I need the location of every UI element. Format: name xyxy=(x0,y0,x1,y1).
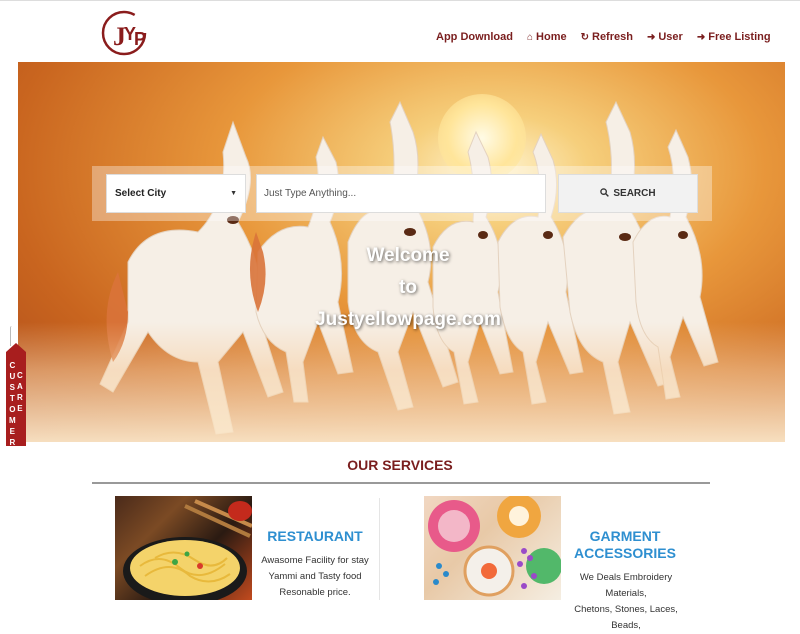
site-header: J Y P App Download ⌂ Home ↻ Refresh ➜ Us… xyxy=(0,0,800,62)
welcome-line: Welcome xyxy=(366,245,450,266)
tag-letter: R xyxy=(9,438,16,447)
svg-text:P: P xyxy=(134,29,146,49)
hero-banner: Select City ▼ SEARCH Welcome to Justyell… xyxy=(18,62,785,442)
services-divider xyxy=(92,482,710,484)
nav-home[interactable]: ⌂ Home xyxy=(527,31,567,43)
garment-accessories-title[interactable]: GARMENT ACCESSORIES xyxy=(565,528,685,562)
main-nav: App Download ⌂ Home ↻ Refresh ➜ User ➜ F… xyxy=(436,31,771,43)
care-word: CARE xyxy=(17,370,23,414)
title-line: ACCESSORIES xyxy=(574,545,676,561)
desc-line: Chetons, Stones, Laces, Beads, xyxy=(574,604,678,631)
search-icon xyxy=(600,187,610,200)
restaurant-title[interactable]: RESTAURANT xyxy=(260,528,370,545)
nav-free-listing[interactable]: ➜ Free Listing xyxy=(697,31,771,43)
nav-label: Free Listing xyxy=(708,31,771,43)
garment-accessories-image[interactable] xyxy=(424,496,561,600)
tag-letter: A xyxy=(17,382,23,391)
customer-care-word: CUSTOMER xyxy=(9,360,16,448)
nav-user[interactable]: ➜ User xyxy=(647,31,683,43)
chevron-down-icon: ▼ xyxy=(230,190,237,197)
tag-letter: O xyxy=(9,405,16,414)
home-icon: ⌂ xyxy=(527,31,534,43)
search-button[interactable]: SEARCH xyxy=(558,174,698,213)
refresh-icon: ↻ xyxy=(580,31,589,43)
desc-line: We Deals Embroidery Materials, xyxy=(579,572,673,599)
welcome-line: to xyxy=(399,277,417,298)
garment-accessories-description: We Deals Embroidery Materials, Chetons, … xyxy=(565,570,687,634)
nav-label: App Download xyxy=(436,31,513,43)
nav-label: Refresh xyxy=(592,31,633,43)
city-select-value: Select City xyxy=(115,188,167,199)
search-input[interactable] xyxy=(256,174,546,213)
dust-cloud xyxy=(18,322,785,442)
logo[interactable]: J Y P xyxy=(100,7,150,57)
desc-line: Resonable price. xyxy=(279,587,351,598)
search-button-label: SEARCH xyxy=(613,188,656,199)
desc-line: Yammi and Tasty food xyxy=(268,571,362,582)
services-title: OUR SERVICES xyxy=(347,457,453,473)
city-select[interactable]: Select City ▼ xyxy=(106,174,246,213)
nav-app-download[interactable]: App Download xyxy=(436,31,513,43)
sign-in-icon: ➜ xyxy=(696,31,706,43)
column-divider xyxy=(379,498,380,600)
restaurant-description: Awasome Facility for stay Yammi and Tast… xyxy=(258,553,372,601)
tag-letter: T xyxy=(9,394,15,403)
tag-letter: U xyxy=(9,372,16,381)
tag-letter: M xyxy=(9,416,16,425)
tag-letter: C xyxy=(17,371,23,380)
welcome-site-name: Justyellowpage.com xyxy=(315,309,501,330)
nav-label: Home xyxy=(536,31,567,43)
search-panel: Select City ▼ SEARCH xyxy=(92,166,712,221)
nav-refresh[interactable]: ↻ Refresh xyxy=(581,31,633,43)
restaurant-image[interactable] xyxy=(115,496,252,600)
customer-care-tag[interactable]: CUSTOMER CARE xyxy=(6,343,26,448)
nav-label: User xyxy=(658,31,683,43)
tag-letter: S xyxy=(9,383,15,392)
tag-letter: E xyxy=(9,427,15,436)
tag-letter: R xyxy=(17,393,23,402)
desc-line: Awasome Facility for stay xyxy=(261,555,369,566)
title-line: GARMENT xyxy=(589,528,661,544)
sign-in-icon: ➜ xyxy=(646,31,656,43)
tag-letter: E xyxy=(17,404,23,413)
welcome-text: Welcome to Justyellowpage.com xyxy=(288,240,528,336)
tag-letter: C xyxy=(9,361,16,370)
